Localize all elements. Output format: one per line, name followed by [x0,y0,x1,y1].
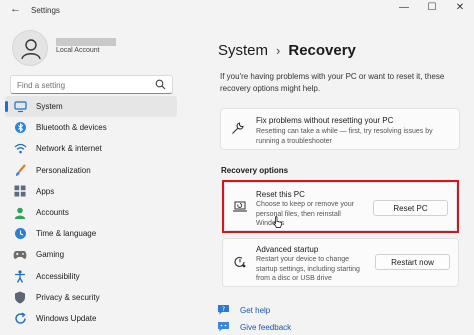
person-icon [13,206,27,220]
monitor-icon [13,100,27,114]
sidebar-item-time-language[interactable]: Time & language [5,223,177,244]
search-input[interactable] [17,78,147,92]
wifi-icon [13,142,27,156]
bluetooth-icon [13,121,27,135]
svg-text:?: ? [221,306,224,313]
advanced-startup-icon [233,255,247,271]
fix-problems-description: Resetting can take a while — first, try … [256,128,433,145]
sidebar-item-apps[interactable]: Apps [5,181,177,202]
apps-icon [13,184,27,198]
feedback-icon [216,321,230,333]
person-icon [21,39,41,60]
shield-icon [13,290,27,304]
fix-problems-card[interactable]: Fix problems without resetting your PC R… [220,108,460,150]
wrench-icon [231,122,244,137]
window-title: Settings [31,6,60,15]
sidebar-item-privacy-security[interactable]: Privacy & security [5,287,177,308]
sidebar-item-label: Bluetooth & devices [36,123,107,133]
breadcrumb-separator: › [276,43,281,58]
intro-text: If you're having problems with your PC o… [220,72,445,93]
restart-now-button[interactable]: Restart now [375,254,450,270]
sidebar-item-label: Accessibility [36,271,80,281]
redacted-user-name [56,38,116,46]
sidebar-item-label: Personalization [36,165,91,175]
brush-icon [13,163,27,177]
sidebar-item-system[interactable]: System [5,96,177,118]
sidebar-nav: System Bluetooth & devices Network & int… [5,96,177,329]
sidebar-item-network[interactable]: Network & internet [5,138,177,159]
get-help-link[interactable]: ? Get help [216,304,270,316]
give-feedback-label: Give feedback [240,322,292,332]
refresh-icon [13,311,27,325]
sidebar-item-label: Apps [36,186,55,196]
sidebar-item-bluetooth[interactable]: Bluetooth & devices [5,117,177,138]
sidebar-item-accounts[interactable]: Accounts [5,202,177,223]
sidebar-item-label: Network & internet [36,144,102,154]
sidebar-item-label: Windows Update [36,313,97,323]
give-feedback-link[interactable]: Give feedback [216,321,291,333]
mouse-cursor-icon [273,216,283,230]
minimize-button[interactable]: — [394,2,414,13]
user-profile[interactable]: Local Account [12,30,172,66]
breadcrumb: System › Recovery [218,42,356,59]
get-help-label: Get help [240,305,271,315]
title-bar: ← Settings — ☐ ✕ [0,0,474,20]
advanced-startup-description: Restart your device to change startup se… [256,256,360,282]
highlight-box [222,180,459,233]
sidebar-item-gaming[interactable]: Gaming [5,244,177,265]
recovery-options-heading: Recovery options [221,166,289,175]
accessibility-icon [13,269,27,283]
sidebar-item-accessibility[interactable]: Accessibility [5,266,177,287]
help-icon: ? [216,304,230,316]
page-title: Recovery [288,42,356,59]
search-box[interactable] [10,75,173,94]
back-arrow-icon[interactable]: ← [10,3,21,15]
search-icon[interactable] [155,79,166,92]
breadcrumb-parent[interactable]: System [218,42,268,59]
sidebar-item-label: Time & language [36,229,97,239]
sidebar-item-label: System [36,102,63,112]
sidebar-item-windows-update[interactable]: Windows Update [5,308,177,329]
sidebar-item-label: Accounts [36,208,69,218]
sidebar-item-label: Gaming [36,250,65,260]
avatar [12,30,48,66]
account-type-label: Local Account [56,47,100,54]
close-button[interactable]: ✕ [450,2,470,13]
sidebar-item-label: Privacy & security [36,292,100,302]
sidebar-item-personalization[interactable]: Personalization [5,160,177,181]
maximize-button[interactable]: ☐ [422,2,442,13]
globe-clock-icon [13,227,27,241]
advanced-startup-title: Advanced startup [256,245,319,254]
gamepad-icon [13,248,27,262]
fix-problems-title: Fix problems without resetting your PC [256,116,394,125]
advanced-startup-card: Advanced startup Restart your device to … [222,238,459,287]
